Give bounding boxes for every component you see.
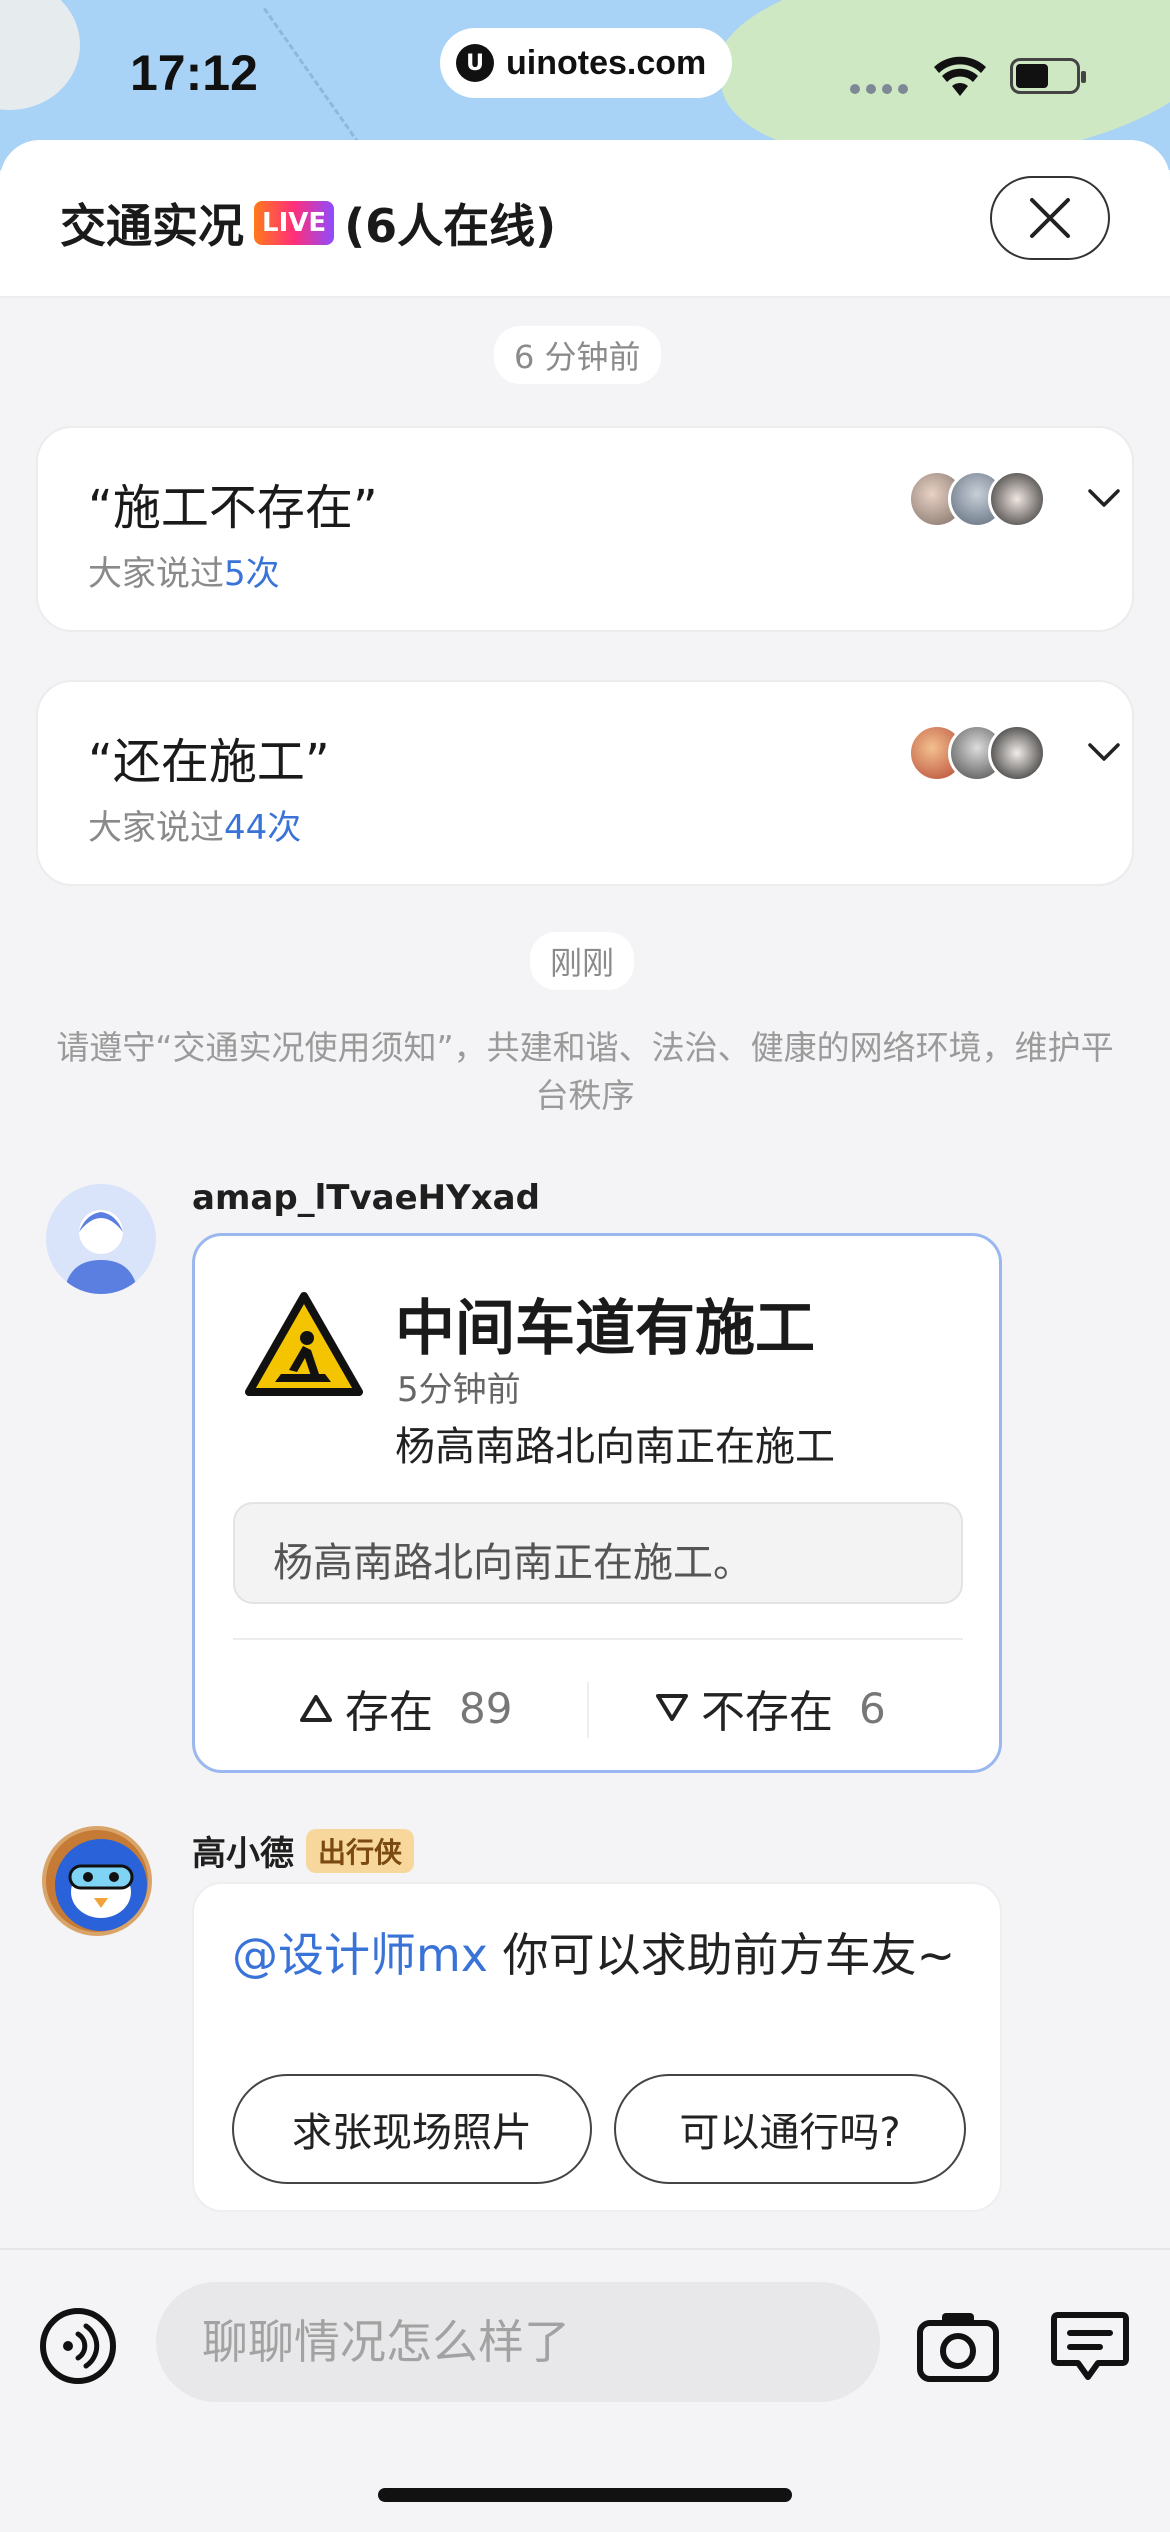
incident-title: 中间车道有施工: [395, 1294, 815, 1364]
vote-exist-label: 存在: [345, 1687, 433, 1738]
avatar-stack: [908, 470, 1046, 528]
avatar[interactable]: [46, 1184, 156, 1294]
live-badge: LIVE: [254, 201, 335, 245]
community-notice: 请遵守“交通实况使用须知”，共建和谐、法治、健康的网络环境，维护平台秩序: [56, 1028, 1114, 1115]
vote-not-exist-count: 6: [859, 1683, 886, 1733]
page-title: 交通实况 LIVE (6人在线): [60, 190, 556, 256]
mention-link[interactable]: @设计师mx: [232, 1928, 488, 1982]
construction-warning-icon: [245, 1292, 363, 1396]
avatar-stack: [908, 724, 1046, 782]
vote-not-exist-button[interactable]: 不存在 6: [655, 1676, 886, 1740]
bot-name: 高小德: [192, 1834, 294, 1874]
divider: [587, 1682, 589, 1738]
title-text: 交通实况: [60, 199, 244, 253]
incident-comment: 杨高南路北向南正在施工。: [233, 1502, 963, 1604]
message-button[interactable]: [1048, 2304, 1132, 2388]
camera-icon: [917, 2313, 999, 2382]
chevron-down-icon[interactable]: [1086, 486, 1122, 510]
message-icon: [1051, 2312, 1129, 2380]
vote-exist-count: 89: [459, 1683, 513, 1733]
bot-message-text: 你可以求助前方车友~: [488, 1928, 956, 1982]
triangle-down-icon: [656, 1694, 688, 1721]
status-time: 17:12: [130, 45, 258, 101]
camera-button[interactable]: [916, 2304, 1000, 2388]
bot-message: @设计师mx 你可以求助前方车友~: [232, 1920, 972, 1990]
incident-description: 杨高南路北向南正在施工: [395, 1424, 835, 1470]
status-bar: 17:12 U uinotes.com: [0, 0, 1170, 140]
chat-input[interactable]: [156, 2282, 880, 2402]
feedback-count: 大家说过5次: [88, 554, 280, 594]
feedback-count: 大家说过44次: [88, 808, 302, 848]
close-icon: [1030, 198, 1070, 238]
signal-icon: [850, 84, 908, 94]
default-user-icon: [64, 1210, 138, 1294]
close-button[interactable]: [990, 176, 1110, 260]
battery-icon: [1010, 58, 1086, 94]
triangle-up-icon: [300, 1695, 332, 1722]
incident-report-card[interactable]: 中间车道有施工 5分钟前 杨高南路北向南正在施工 杨高南路北向南正在施工。 存在…: [192, 1233, 1002, 1773]
wifi-icon: [934, 56, 986, 96]
site-logo-icon: U: [456, 44, 494, 82]
quick-reply-photo-button[interactable]: 求张现场照片: [232, 2074, 592, 2184]
voice-icon: [40, 2308, 116, 2384]
home-indicator: [378, 2488, 792, 2502]
sheet-header: 交通实况 LIVE (6人在线): [0, 140, 1170, 298]
incident-time: 5分钟前: [397, 1370, 521, 1410]
timestamp-chip: 刚刚: [530, 932, 635, 990]
feedback-card[interactable]: “施工不存在” 大家说过5次: [36, 426, 1134, 632]
chevron-down-icon[interactable]: [1086, 740, 1122, 764]
divider: [233, 1638, 963, 1640]
vote-exist-button[interactable]: 存在 89: [299, 1676, 512, 1740]
online-count: (6人在线): [344, 199, 557, 253]
quick-reply-passable-button[interactable]: 可以通行吗?: [614, 2074, 966, 2184]
bot-name-row: 高小德 出行侠: [192, 1826, 415, 1875]
site-url: uinotes.com: [506, 43, 707, 82]
feedback-quote: “施工不存在”: [88, 480, 378, 536]
bot-tag-badge: 出行侠: [306, 1828, 415, 1873]
bot-avatar[interactable]: [42, 1826, 152, 1936]
avatar: [988, 470, 1046, 528]
voice-button[interactable]: [36, 2304, 120, 2388]
timestamp-chip: 6 分钟前: [494, 326, 661, 384]
bot-message-bubble: @设计师mx 你可以求助前方车友~ 求张现场照片 可以通行吗?: [192, 1882, 1002, 2212]
url-pill[interactable]: U uinotes.com: [440, 28, 732, 98]
feedback-quote: “还在施工”: [88, 734, 330, 790]
avatar: [988, 724, 1046, 782]
feedback-card[interactable]: “还在施工” 大家说过44次: [36, 680, 1134, 886]
user-name[interactable]: amap_lTvaeHYxad: [192, 1178, 540, 1218]
vote-not-exist-label: 不存在: [701, 1687, 833, 1738]
